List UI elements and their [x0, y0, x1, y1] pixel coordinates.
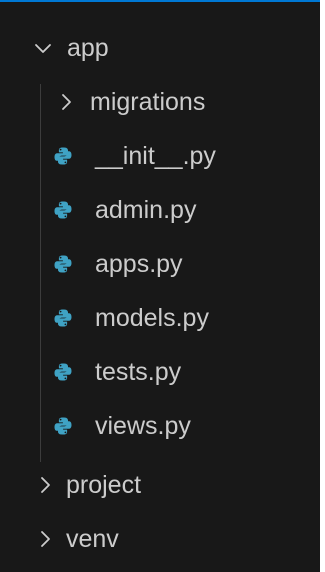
- folder-migrations-label: migrations: [90, 87, 206, 116]
- python-file-icon: [52, 415, 74, 437]
- file-explorer: app migrations __init__.py admin.py apps…: [0, 0, 320, 572]
- chevron-right-icon: [55, 91, 77, 113]
- focus-border: [0, 0, 320, 2]
- folder-project-label: project: [66, 470, 142, 499]
- folder-venv-label: venv: [66, 524, 119, 553]
- file-init-py[interactable]: __init__.py: [0, 130, 320, 182]
- file-init-py-label: __init__.py: [95, 141, 216, 170]
- file-apps-py[interactable]: apps.py: [0, 238, 320, 290]
- folder-app[interactable]: app: [0, 22, 320, 74]
- python-file-icon: [52, 307, 74, 329]
- file-models-py[interactable]: models.py: [0, 292, 320, 344]
- file-admin-py-label: admin.py: [95, 195, 197, 224]
- file-tests-py-label: tests.py: [95, 357, 182, 386]
- file-views-py[interactable]: views.py: [0, 400, 320, 452]
- folder-venv[interactable]: venv: [0, 513, 320, 565]
- folder-app-label: app: [67, 33, 109, 62]
- file-models-py-label: models.py: [95, 303, 209, 332]
- file-apps-py-label: apps.py: [95, 249, 183, 278]
- folder-project[interactable]: project: [0, 459, 320, 511]
- file-views-py-label: views.py: [95, 411, 191, 440]
- python-file-icon: [52, 145, 74, 167]
- python-file-icon: [52, 199, 74, 221]
- folder-migrations[interactable]: migrations: [0, 76, 320, 128]
- chevron-right-icon: [34, 474, 56, 496]
- file-admin-py[interactable]: admin.py: [0, 184, 320, 236]
- python-file-icon: [52, 253, 74, 275]
- python-file-icon: [52, 361, 74, 383]
- chevron-down-icon: [32, 37, 54, 59]
- file-tests-py[interactable]: tests.py: [0, 346, 320, 398]
- chevron-right-icon: [34, 528, 56, 550]
